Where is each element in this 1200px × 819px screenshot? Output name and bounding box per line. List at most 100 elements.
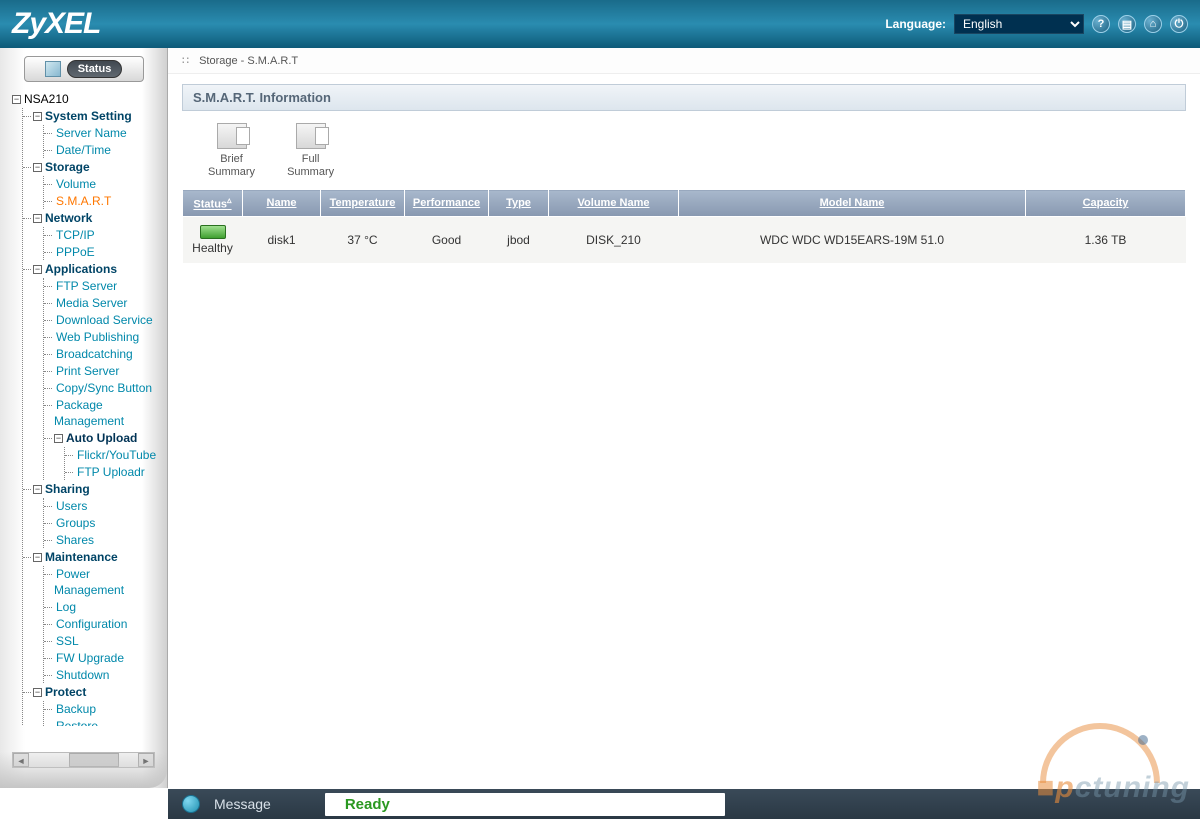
- language-select[interactable]: English: [954, 14, 1084, 34]
- status-text: Healthy: [192, 241, 233, 255]
- message-bar: Message Ready: [168, 789, 1200, 819]
- panel-title: S.M.A.R.T. Information: [182, 84, 1186, 111]
- table-row[interactable]: Healthy disk1 37 °C Good jbod DISK_210 W…: [183, 216, 1186, 263]
- message-icon: [182, 795, 200, 813]
- col-name[interactable]: Name: [243, 190, 321, 217]
- home-icon[interactable]: ⌂: [1144, 15, 1162, 33]
- nav-pppoe[interactable]: PPPoE: [54, 245, 95, 259]
- cell-volume-name: DISK_210: [549, 216, 679, 263]
- info-icon[interactable]: ▤: [1118, 15, 1136, 33]
- nav-ftp-server[interactable]: FTP Server: [54, 279, 117, 293]
- nav-flickr-youtube[interactable]: Flickr/YouTube: [75, 448, 156, 462]
- cell-name: disk1: [243, 216, 321, 263]
- cell-capacity: 1.36 TB: [1026, 216, 1186, 263]
- sort-asc-icon: ▵: [227, 195, 232, 205]
- nav-volume[interactable]: Volume: [54, 177, 96, 191]
- toggle-icon[interactable]: −: [33, 214, 42, 223]
- nav-shares[interactable]: Shares: [54, 533, 94, 547]
- toggle-icon[interactable]: −: [33, 112, 42, 121]
- nav-web-publishing[interactable]: Web Publishing: [54, 330, 139, 344]
- sidebar: Status −NSA210 −System Setting Server Na…: [0, 48, 168, 788]
- language-label: Language:: [885, 17, 946, 31]
- nav-print-server[interactable]: Print Server: [54, 364, 119, 378]
- full-summary-label-1: Full: [287, 153, 334, 166]
- brief-summary-icon: [217, 123, 247, 149]
- nav-configuration[interactable]: Configuration: [54, 617, 127, 631]
- nav-log[interactable]: Log: [54, 600, 76, 614]
- nav-media-server[interactable]: Media Server: [54, 296, 127, 310]
- nav-restore[interactable]: Restore: [54, 719, 98, 726]
- nav-backup[interactable]: Backup: [54, 702, 96, 716]
- cell-performance: Good: [405, 216, 489, 263]
- nav-users[interactable]: Users: [54, 499, 87, 513]
- brief-summary-button[interactable]: Brief Summary: [208, 123, 255, 179]
- brand-logo: ZyXEL: [12, 7, 100, 41]
- col-temperature[interactable]: Temperature: [321, 190, 405, 217]
- nav-storage[interactable]: Storage: [45, 160, 90, 174]
- brief-summary-label-1: Brief: [208, 153, 255, 166]
- nav-protect[interactable]: Protect: [45, 685, 86, 699]
- nav-broadcatching[interactable]: Broadcatching: [54, 347, 133, 361]
- disk-healthy-icon: [200, 225, 226, 239]
- nav-date-time[interactable]: Date/Time: [54, 143, 111, 157]
- nav-tree: −NSA210 −System Setting Server Name Date…: [0, 86, 167, 726]
- toggle-icon[interactable]: −: [33, 553, 42, 562]
- help-icon[interactable]: ?: [1092, 15, 1110, 33]
- nav-auto-upload[interactable]: Auto Upload: [66, 431, 137, 445]
- message-label: Message: [214, 796, 271, 812]
- status-tab[interactable]: Status: [24, 56, 144, 82]
- nav-maintenance[interactable]: Maintenance: [45, 550, 118, 564]
- col-model-name[interactable]: Model Name: [679, 190, 1026, 217]
- nav-smart[interactable]: S.M.A.R.T: [54, 194, 111, 208]
- nav-sharing[interactable]: Sharing: [45, 482, 90, 496]
- table-header-row: Status▵ Name Temperature Performance Typ…: [183, 190, 1186, 217]
- col-performance[interactable]: Performance: [405, 190, 489, 217]
- nav-ssl[interactable]: SSL: [54, 634, 79, 648]
- status-cube-icon: [45, 61, 61, 77]
- cell-type: jbod: [489, 216, 549, 263]
- breadcrumb: ∷ Storage - S.M.A.R.T: [168, 48, 1200, 74]
- nav-fw-upgrade[interactable]: FW Upgrade: [54, 651, 124, 665]
- full-summary-button[interactable]: Full Summary: [287, 123, 334, 179]
- nav-applications[interactable]: Applications: [45, 262, 117, 276]
- toggle-icon[interactable]: −: [54, 434, 63, 443]
- col-volume-name[interactable]: Volume Name: [549, 190, 679, 217]
- nav-shutdown[interactable]: Shutdown: [54, 668, 109, 682]
- toggle-icon[interactable]: −: [33, 688, 42, 697]
- message-status: Ready: [325, 793, 725, 816]
- nav-network[interactable]: Network: [45, 211, 92, 225]
- breadcrumb-text: Storage - S.M.A.R.T: [199, 55, 298, 67]
- sidebar-footer-decor: [0, 752, 167, 788]
- cell-temperature: 37 °C: [321, 216, 405, 263]
- toggle-icon[interactable]: −: [33, 485, 42, 494]
- col-capacity[interactable]: Capacity: [1026, 190, 1186, 217]
- toolbar: Brief Summary Full Summary: [168, 123, 1200, 189]
- brief-summary-label-2: Summary: [208, 166, 255, 179]
- nav-tcpip[interactable]: TCP/IP: [54, 228, 95, 242]
- nav-groups[interactable]: Groups: [54, 516, 95, 530]
- smart-table: Status▵ Name Temperature Performance Typ…: [182, 189, 1186, 263]
- header-controls: Language: English ? ▤ ⌂ ⏻: [885, 14, 1188, 34]
- tree-root[interactable]: NSA210: [24, 92, 69, 106]
- nav-power-mgmt[interactable]: Power Management: [54, 567, 124, 597]
- nav-download-service[interactable]: Download Service: [54, 313, 153, 327]
- breadcrumb-icon: ∷: [182, 55, 190, 67]
- cell-model-name: WDC WDC WD15EARS-19M 51.0: [679, 216, 1026, 263]
- full-summary-label-2: Summary: [287, 166, 334, 179]
- nav-system-setting[interactable]: System Setting: [45, 109, 132, 123]
- toggle-icon[interactable]: −: [33, 265, 42, 274]
- nav-package-mgmt[interactable]: Package Management: [54, 398, 124, 428]
- content-area: ∷ Storage - S.M.A.R.T S.M.A.R.T. Informa…: [168, 48, 1200, 788]
- nav-server-name[interactable]: Server Name: [54, 126, 127, 140]
- nav-copy-sync[interactable]: Copy/Sync Button: [54, 381, 152, 395]
- cell-status: Healthy: [183, 216, 243, 263]
- col-type[interactable]: Type: [489, 190, 549, 217]
- col-status[interactable]: Status▵: [183, 190, 243, 217]
- nav-ftp-uploadr[interactable]: FTP Uploadr: [75, 465, 145, 479]
- full-summary-icon: [296, 123, 326, 149]
- status-pill: Status: [67, 60, 123, 78]
- toggle-icon[interactable]: −: [33, 163, 42, 172]
- app-header: ZyXEL Language: English ? ▤ ⌂ ⏻: [0, 0, 1200, 48]
- toggle-icon[interactable]: −: [12, 95, 21, 104]
- logout-icon[interactable]: ⏻: [1170, 15, 1188, 33]
